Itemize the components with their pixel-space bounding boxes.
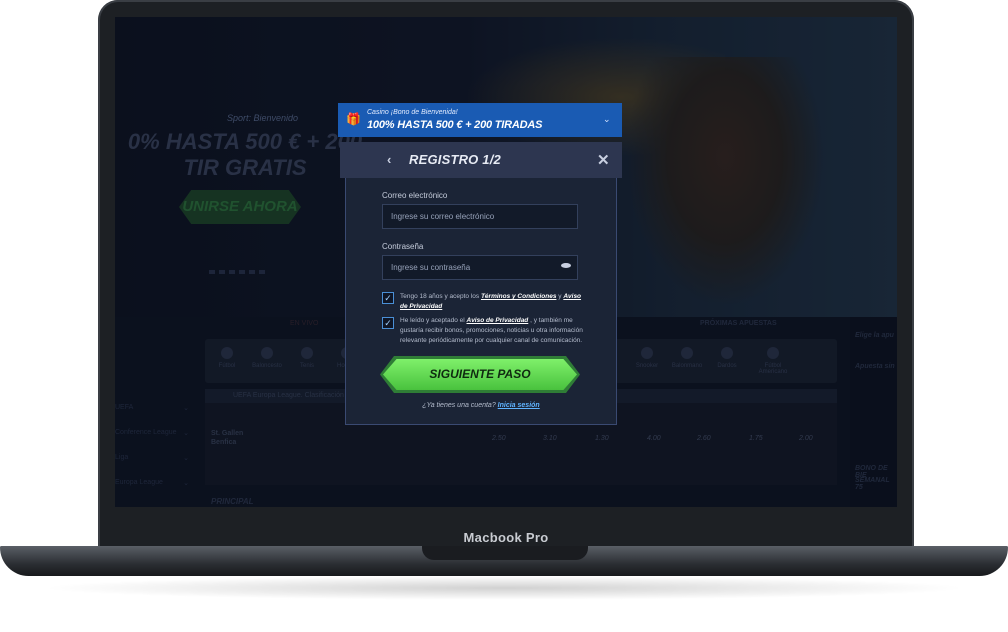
laptop-shadow — [40, 576, 968, 600]
email-label: Correo electrónico — [382, 191, 448, 200]
next-step-button[interactable]: SIGUIENTE PASO — [383, 359, 577, 390]
marketing-checkbox[interactable]: ✓ — [382, 317, 394, 329]
terms-checkbox[interactable]: ✓ — [382, 292, 394, 304]
password-label: Contraseña — [382, 242, 424, 251]
close-icon[interactable]: ✕ — [597, 151, 610, 169]
marketing-text: He leído y aceptado el Aviso de Privacid… — [400, 317, 583, 344]
screen: Sport: Bienvenido 0% HASTA 500 € + 200 T… — [115, 17, 897, 507]
back-arrow-icon[interactable]: ‹ — [387, 152, 391, 167]
chevron-down-icon[interactable]: ⌄ — [603, 114, 611, 125]
terms-link[interactable]: Términos y Condiciones — [481, 293, 557, 300]
login-prompt: ¿Ya tienes una cuenta? Inicia sesión — [422, 402, 540, 409]
password-field[interactable]: Ingrese su contraseña — [382, 255, 578, 280]
bonus-headline: 100% HASTA 500 € + 200 TIRADAS — [367, 119, 543, 131]
login-link[interactable]: Inicia sesión — [498, 402, 540, 409]
privacy-link[interactable]: Aviso de Privacidad — [467, 317, 529, 324]
eye-icon[interactable] — [561, 263, 571, 268]
device-label: Macbook Pro — [463, 530, 549, 545]
bonus-label: Casino ¡Bono de Bienvenida! — [367, 109, 458, 116]
modal-title: REGISTRO 1/2 — [409, 152, 501, 167]
email-field[interactable]: Ingrese su correo electrónico — [382, 204, 578, 229]
terms-text: Tengo 18 años y acepto los Términos y Co… — [400, 293, 582, 310]
laptop-notch — [422, 546, 588, 560]
gift-icon: 🎁 — [346, 112, 361, 126]
